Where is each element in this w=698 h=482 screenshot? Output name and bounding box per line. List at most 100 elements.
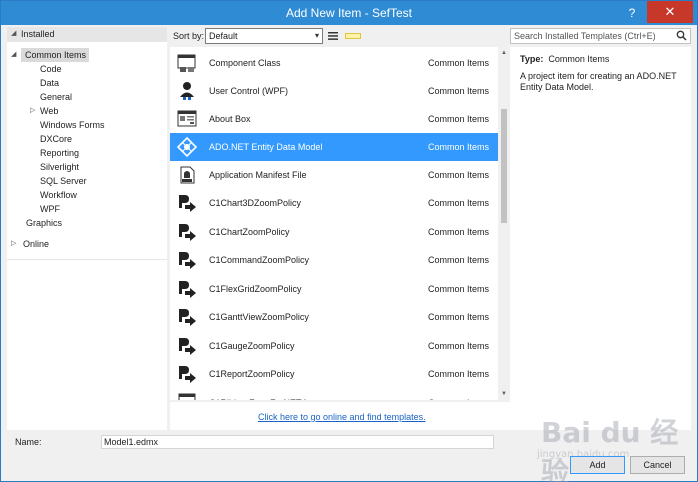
- template-item-ado-net-entity-data-model[interactable]: ADO.NET Entity Data Model Common Items: [170, 133, 498, 161]
- sort-toolbar: Sort by: Default ▾: [167, 27, 507, 47]
- policy-icon: [179, 366, 196, 383]
- template-item-component-class[interactable]: Component Class Common Items: [170, 49, 498, 77]
- template-category: Common Items: [428, 312, 490, 322]
- expanded-arrow-icon[interactable]: ◢: [11, 27, 16, 41]
- template-name: C1GanttViewZoomPolicy: [209, 312, 309, 322]
- template-list-scrollbar[interactable]: ▲ ▼: [498, 47, 510, 400]
- tree-node-wpf[interactable]: WPF: [40, 202, 60, 216]
- tree-node-label: Online: [23, 239, 50, 249]
- tree-node-common-items[interactable]: ◢ Common Items: [11, 48, 89, 62]
- item-name-input[interactable]: Model1.edmx: [101, 435, 494, 449]
- template-name: C1GaugeZoomPolicy: [209, 341, 295, 351]
- template-category: Common Items: [428, 58, 490, 68]
- template-category: Common Items: [428, 255, 490, 265]
- template-name: C1CommandZoomPolicy: [209, 255, 310, 265]
- collapsed-arrow-icon[interactable]: ▷: [11, 237, 16, 251]
- template-item-about-box[interactable]: About Box Common Items: [170, 105, 498, 133]
- policy-icon: [179, 252, 196, 269]
- tree-node-online[interactable]: ▷ Online: [11, 237, 91, 251]
- tree-node-installed[interactable]: ◢ Installed: [7, 27, 167, 42]
- tree-node-windows-forms[interactable]: Windows Forms: [40, 118, 105, 132]
- policy-icon: [179, 309, 196, 326]
- type-label: Type:: [520, 54, 544, 64]
- search-icon[interactable]: [676, 30, 687, 41]
- user-control-icon: [180, 82, 194, 100]
- template-item-user-control-wpf[interactable]: User Control (WPF) Common Items: [170, 77, 498, 105]
- policy-icon: [179, 338, 196, 355]
- manifest-icon: [180, 166, 195, 184]
- template-item-c1ribbonformfornet4[interactable]: C1RibbonFormForNET4 Common Items: [170, 389, 498, 400]
- sort-label: Sort by:: [173, 31, 205, 41]
- template-item-c1commandzoompolicy[interactable]: C1CommandZoomPolicy Common Items: [170, 246, 498, 274]
- list-view-icon[interactable]: [327, 30, 339, 42]
- template-name: Application Manifest File: [209, 170, 307, 180]
- tree-node-graphics[interactable]: Graphics: [26, 216, 62, 230]
- scroll-down-arrow-icon[interactable]: ▼: [498, 388, 510, 400]
- search-templates-input[interactable]: Search Installed Templates (Ctrl+E): [510, 28, 691, 44]
- about-box-icon: [177, 110, 197, 127]
- sort-dropdown[interactable]: Default ▾: [205, 28, 323, 44]
- template-type: Type: Common Items: [520, 54, 609, 64]
- scroll-thumb[interactable]: [501, 109, 507, 223]
- ribbon-form-icon: [178, 393, 196, 400]
- expanded-arrow-icon[interactable]: ◢: [11, 48, 16, 62]
- close-button[interactable]: ✕: [647, 1, 693, 23]
- collapsed-arrow-icon[interactable]: ▷: [30, 104, 35, 118]
- tree-node-silverlight[interactable]: Silverlight: [40, 160, 79, 174]
- template-item-c1flexgridzoompolicy[interactable]: C1FlexGridZoomPolicy Common Items: [170, 275, 498, 303]
- online-link-bar: Click here to go online and find templat…: [170, 402, 510, 430]
- template-category: Common Items: [428, 142, 490, 152]
- tree-node-sql-server[interactable]: SQL Server: [40, 174, 87, 188]
- cancel-button[interactable]: Cancel: [630, 456, 685, 474]
- template-category: Common Items: [428, 284, 490, 294]
- search-placeholder: Search Installed Templates (Ctrl+E): [514, 31, 656, 41]
- template-category: Common Items: [428, 341, 490, 351]
- template-category: Common Items: [428, 389, 489, 400]
- template-item-c1reportzoompolicy[interactable]: C1ReportZoomPolicy Common Items: [170, 360, 498, 388]
- template-category: Common Items: [428, 86, 490, 96]
- template-item-c1gaugezoompolicy[interactable]: C1GaugeZoomPolicy Common Items: [170, 332, 498, 360]
- tree-node-label: Web: [40, 106, 59, 116]
- chevron-down-icon: ▾: [314, 31, 319, 40]
- component-class-icon: [177, 54, 196, 72]
- add-new-item-dialog: Add New Item - SefTest ? ✕ ◢ Installed ◢…: [0, 0, 698, 482]
- tree-node-label: Installed: [21, 29, 55, 39]
- template-list: Component Class Common Items User Contro…: [170, 47, 498, 400]
- template-category: Common Items: [428, 114, 490, 124]
- template-name: C1FlexGridZoomPolicy: [209, 284, 302, 294]
- template-description: A project item for creating an ADO.NET E…: [520, 71, 677, 92]
- template-name: C1ReportZoomPolicy: [209, 369, 295, 379]
- medium-icons-view-icon[interactable]: [345, 30, 361, 42]
- template-item-application-manifest-file[interactable]: Application Manifest File Common Items: [170, 161, 498, 189]
- policy-icon: [179, 224, 196, 241]
- title-bar: Add New Item - SefTest ? ✕: [1, 1, 697, 25]
- template-item-c1chartzoompolicy[interactable]: C1ChartZoomPolicy Common Items: [170, 218, 498, 246]
- template-name: User Control (WPF): [209, 86, 289, 96]
- template-category: Common Items: [428, 170, 490, 180]
- tree-node-data[interactable]: Data: [40, 76, 59, 90]
- template-category: Common Items: [428, 227, 490, 237]
- tree-node-workflow[interactable]: Workflow: [40, 188, 77, 202]
- template-item-c1chart3dzoompolicy[interactable]: C1Chart3DZoomPolicy Common Items: [170, 189, 498, 217]
- name-label: Name:: [15, 437, 42, 447]
- tree-divider: [7, 259, 167, 260]
- type-value: Common Items: [548, 54, 610, 64]
- template-category: Common Items: [428, 198, 490, 208]
- template-name: About Box: [209, 114, 251, 124]
- tree-node-code[interactable]: Code: [40, 62, 62, 76]
- add-button[interactable]: Add: [570, 456, 625, 474]
- tree-node-dxcore[interactable]: DXCore: [40, 132, 72, 146]
- template-name: C1RibbonFormForNET4: [209, 389, 307, 400]
- scroll-up-arrow-icon[interactable]: ▲: [498, 47, 510, 59]
- tree-node-web[interactable]: ▷ Web: [30, 104, 90, 118]
- find-templates-online-link[interactable]: Click here to go online and find templat…: [258, 412, 426, 422]
- template-item-c1ganttviewzoompolicy[interactable]: C1GanttViewZoomPolicy Common Items: [170, 303, 498, 331]
- policy-icon: [179, 281, 196, 298]
- tree-node-label: Common Items: [25, 50, 87, 60]
- tree-node-general[interactable]: General: [40, 90, 72, 104]
- tree-node-reporting[interactable]: Reporting: [40, 146, 79, 160]
- help-button[interactable]: ?: [619, 3, 645, 23]
- template-name: Component Class: [209, 58, 281, 68]
- template-name: C1Chart3DZoomPolicy: [209, 198, 302, 208]
- template-category: Common Items: [428, 369, 490, 379]
